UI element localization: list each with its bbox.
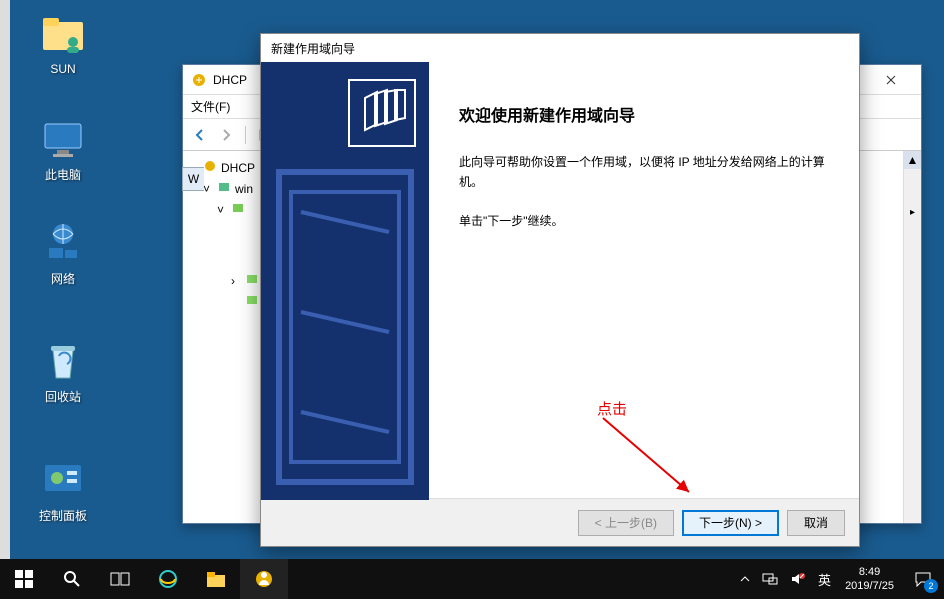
- wizard-next-button[interactable]: 下一步(N) >: [682, 510, 779, 536]
- task-view-button[interactable]: [96, 559, 144, 599]
- close-button[interactable]: [868, 66, 913, 94]
- desktop-icon-sun[interactable]: SUN: [28, 10, 98, 76]
- search-button[interactable]: [48, 559, 96, 599]
- tray-chevron-up-icon[interactable]: [734, 559, 756, 599]
- tray-network-icon[interactable]: [756, 559, 784, 599]
- computer-icon: [39, 114, 87, 162]
- network-icon: [39, 218, 87, 266]
- folder-person-icon: [39, 10, 87, 58]
- chevron-right-icon: ▸: [904, 207, 921, 218]
- taskbar: 英 8:49 2019/7/25 2: [0, 559, 944, 599]
- notification-badge: 2: [924, 579, 938, 593]
- scope-node-icon: [245, 293, 259, 310]
- tree-expand-icon[interactable]: ˅: [203, 182, 213, 196]
- tree-expand-icon[interactable]: ˅: [217, 203, 227, 217]
- desktop-icon-label: 控制面板: [28, 507, 98, 524]
- chevron-right-icon[interactable]: ›: [231, 274, 241, 288]
- partial-window-label: W: [188, 172, 199, 186]
- desktop-icon-this-pc[interactable]: 此电脑: [28, 114, 98, 183]
- desktop-icon-network[interactable]: 网络: [28, 218, 98, 287]
- scope-node-icon: [245, 272, 259, 289]
- action-center-button[interactable]: 2: [902, 559, 944, 599]
- wizard-heading: 欢迎使用新建作用域向导: [459, 102, 829, 126]
- dhcp-scrollbar[interactable]: ▲ ▸: [903, 151, 921, 523]
- nav-back-button[interactable]: [189, 124, 211, 146]
- start-button[interactable]: [0, 559, 48, 599]
- recycle-bin-icon: [39, 336, 87, 384]
- annotation-arrow-icon: [599, 414, 699, 500]
- desktop-icon-control-panel[interactable]: 控制面板: [28, 455, 98, 524]
- taskbar-app-ie[interactable]: [144, 559, 192, 599]
- wizard-back-button: < 上一步(B): [578, 510, 674, 536]
- desktop-icon-label: 此电脑: [28, 166, 98, 183]
- taskbar-app-dhcp[interactable]: [240, 559, 288, 599]
- wizard-sidebar-graphic: [261, 62, 429, 498]
- system-tray: 英 8:49 2019/7/25 2: [734, 559, 944, 599]
- desktop-icon-label: SUN: [28, 62, 98, 76]
- dhcp-node-icon: [203, 159, 217, 176]
- control-panel-icon: [39, 455, 87, 503]
- taskbar-app-explorer[interactable]: [192, 559, 240, 599]
- wizard-content: 欢迎使用新建作用域向导 此向导可帮助你设置一个作用域，以便将 IP 地址分发给网…: [429, 62, 859, 498]
- partial-window[interactable]: W: [182, 167, 204, 191]
- wizard-title-bar[interactable]: 新建作用域向导: [261, 34, 859, 62]
- menu-file[interactable]: 文件(F): [191, 98, 230, 115]
- nav-forward-button[interactable]: [215, 124, 237, 146]
- desktop-icon-recycle[interactable]: 回收站: [28, 336, 98, 405]
- desktop-icon-label: 网络: [28, 270, 98, 287]
- tree-label: DHCP: [221, 161, 255, 175]
- ipv4-node-icon: [231, 201, 245, 218]
- dhcp-app-icon: [191, 72, 207, 88]
- server-node-icon: [217, 180, 231, 197]
- wizard-paragraph-2: 单击"下一步"继续。: [459, 211, 829, 231]
- taskbar-clock[interactable]: 8:49 2019/7/25: [837, 565, 902, 594]
- new-scope-wizard-dialog: 新建作用域向导 欢迎使用新建作用: [260, 33, 860, 547]
- scroll-up-button[interactable]: ▲: [904, 151, 921, 169]
- clock-time: 8:49: [845, 565, 894, 579]
- desktop-icon-label: 回收站: [28, 388, 98, 405]
- wizard-paragraph-1: 此向导可帮助你设置一个作用域，以便将 IP 地址分发给网络上的计算机。: [459, 152, 829, 193]
- wizard-cancel-button[interactable]: 取消: [787, 510, 845, 536]
- tray-volume-icon[interactable]: [784, 559, 812, 599]
- clock-date: 2019/7/25: [845, 579, 894, 593]
- tree-label: win: [235, 182, 253, 196]
- tray-ime-indicator[interactable]: 英: [812, 559, 837, 599]
- wizard-title-text: 新建作用域向导: [271, 40, 355, 57]
- wizard-footer: < 上一步(B) 下一步(N) > 取消: [261, 498, 859, 546]
